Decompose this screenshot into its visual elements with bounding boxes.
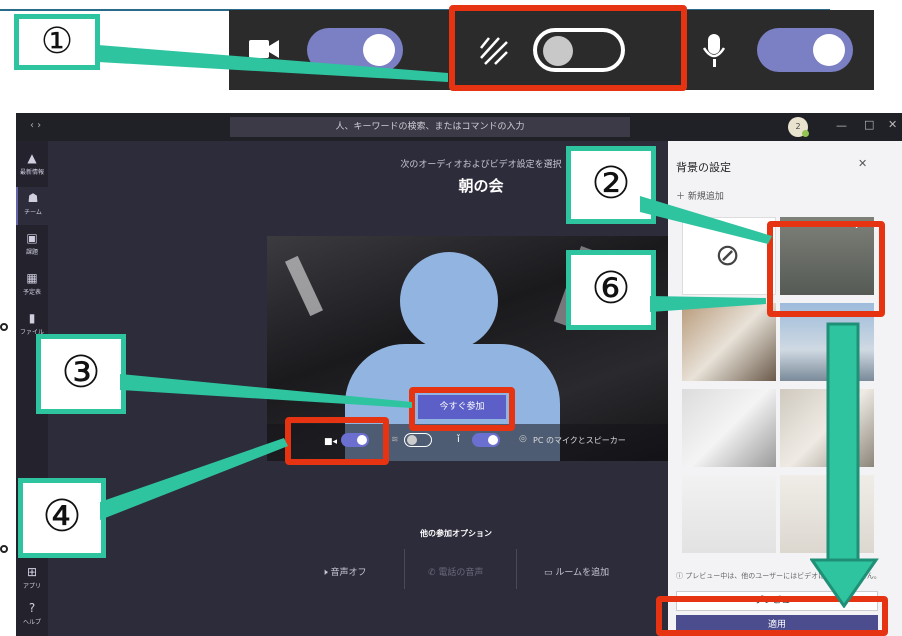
callout-6-pointer [650, 296, 766, 312]
microphone-toggle[interactable] [472, 433, 500, 447]
rail-item-assignments[interactable]: ▣ 課題 [16, 227, 48, 265]
phone-audio-option[interactable]: ✆ 電話の音声 [428, 565, 483, 578]
microphone-icon-large [702, 34, 726, 72]
speaker-off-icon: 🕨 [322, 568, 331, 578]
calendar-icon: ▦ [26, 271, 38, 285]
room-icon: ▭ [544, 568, 556, 578]
callout-1-pointer [98, 45, 448, 82]
panel-close-icon[interactable]: ✕ [858, 157, 867, 170]
close-icon[interactable]: ✕ [888, 118, 897, 131]
info-icon: ⓘ [676, 572, 686, 580]
callout-3-pointer [120, 374, 412, 408]
speaker-icon: ◎ [519, 434, 527, 444]
callout-4-pointer [100, 438, 288, 520]
apps-icon: ⊞ [26, 565, 38, 579]
divider [404, 549, 405, 589]
callout-3: ③ [36, 334, 126, 414]
add-room-option[interactable]: ▭ ルームを追加 [544, 565, 609, 578]
rail-item-help[interactable]: ? ヘルプ [16, 597, 48, 635]
highlight-camera-toggle [285, 417, 389, 465]
callout-1: ① [14, 14, 100, 70]
assignment-icon: ▣ [26, 231, 38, 245]
callout-2-pointer [640, 196, 772, 244]
callout-4: ④ [18, 478, 106, 558]
search-input[interactable]: 人、キーワードの検索、またはコマンドの入力 [230, 117, 630, 137]
minimize-icon[interactable]: — [836, 119, 847, 132]
microphone-toggle-large[interactable] [757, 28, 853, 72]
microphone-icon: ǐ [457, 434, 460, 445]
background-image-option[interactable] [682, 475, 776, 553]
panel-title: 背景の設定 [676, 161, 731, 174]
presence-dot [802, 130, 809, 137]
avatar-head [400, 252, 498, 350]
other-options-title: 他の参加オプション [420, 529, 492, 538]
highlight-blur-toggle [449, 5, 687, 91]
back-forward-icon[interactable]: ‹ › [30, 120, 41, 131]
bullet-dot [0, 545, 8, 553]
phone-icon: ✆ [428, 568, 439, 578]
divider [516, 549, 517, 589]
down-arrow [810, 322, 879, 608]
teams-icon: ☗ [27, 191, 39, 205]
rail-item-apps[interactable]: ⊞ アプリ [16, 561, 48, 599]
callout-6: ⑥ [566, 250, 656, 330]
highlight-join-button [409, 387, 515, 431]
audio-off-option[interactable]: 🕨 音声オフ [322, 565, 367, 578]
highlight-blur-background [767, 221, 885, 317]
maximize-icon[interactable]: □ [864, 118, 874, 131]
rail-item-activity[interactable]: ▲ 最新情報 [16, 147, 48, 185]
bullet-dot [0, 323, 8, 331]
title-bar: ‹ › 人、キーワードの検索、またはコマンドの入力 2 — □ ✕ [16, 113, 902, 141]
file-icon: ▮ [28, 311, 36, 325]
rail-item-calendar[interactable]: ▦ 予定表 [16, 267, 48, 305]
background-blur-icon: ≋ [391, 435, 399, 445]
help-icon: ? [28, 601, 36, 615]
background-image-option[interactable] [682, 389, 776, 467]
bell-icon: ▲ [27, 151, 37, 165]
audio-device-label[interactable]: PC のマイクとスピーカー [533, 435, 626, 446]
background-blur-toggle[interactable] [404, 433, 432, 447]
rail-item-teams[interactable]: ☗ チーム [16, 187, 48, 225]
